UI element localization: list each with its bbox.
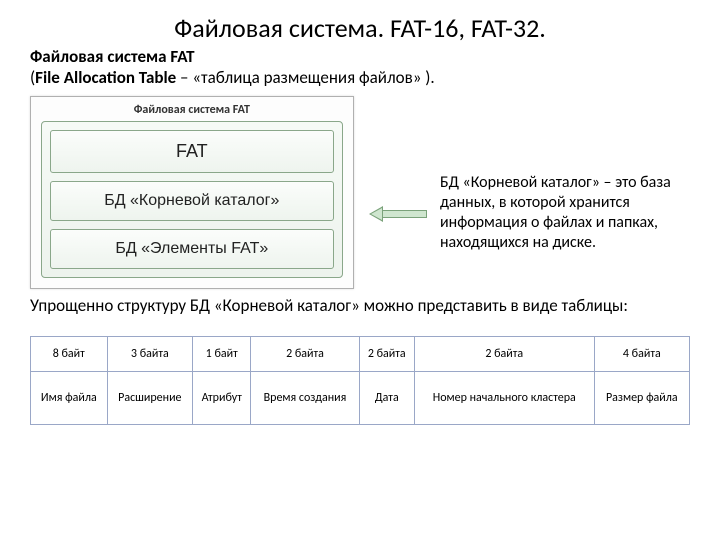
label-cell: Расширение bbox=[107, 372, 193, 425]
label-cell: Размер файла bbox=[594, 372, 689, 425]
size-cell: 1 байт bbox=[193, 337, 251, 372]
arrow-wrapper bbox=[368, 206, 426, 220]
diagram-box-elements: БД «Элементы FAT» bbox=[50, 229, 334, 269]
subtitle-term: File Allocation Table bbox=[35, 67, 176, 88]
label-cell: Время создания bbox=[251, 372, 359, 425]
table-row: Имя файла Расширение Атрибут Время созда… bbox=[31, 372, 690, 425]
size-cell: 8 байт bbox=[31, 337, 108, 372]
label-cell: Имя файла bbox=[31, 372, 108, 425]
size-cell: 2 байта bbox=[251, 337, 359, 372]
slide-subtitle: Файловая система FAT (File Allocation Ta… bbox=[30, 46, 690, 88]
slide-title: Файловая система. FAT-16, FAT-32. bbox=[30, 12, 690, 44]
subtitle-tail: – «таблица размещения файлов» ). bbox=[176, 67, 435, 88]
root-catalog-note: БД «Корневой каталог» – это база данных,… bbox=[440, 173, 690, 253]
root-catalog-table: 8 байт 3 байта 1 байт 2 байта 2 байта 2 … bbox=[30, 336, 690, 425]
label-cell: Номер начального кластера bbox=[414, 372, 594, 425]
size-cell: 4 байта bbox=[594, 337, 689, 372]
subtitle-bold: Файловая система FAT bbox=[30, 46, 195, 67]
fat-diagram: Файловая система FAT FAT БД «Корневой ка… bbox=[30, 96, 354, 289]
size-cell: 2 байта bbox=[359, 337, 414, 372]
diagram-box-root: БД «Корневой каталог» bbox=[50, 181, 334, 221]
diagram-box-fat: FAT bbox=[50, 130, 334, 173]
table-row: 8 байт 3 байта 1 байт 2 байта 2 байта 2 … bbox=[31, 337, 690, 372]
label-cell: Дата bbox=[359, 372, 414, 425]
diagram-outer-box: FAT БД «Корневой каталог» БД «Элементы F… bbox=[41, 121, 343, 278]
size-cell: 2 байта bbox=[414, 337, 594, 372]
table-intro: Упрощенно структуру БД «Корневой каталог… bbox=[30, 295, 690, 316]
label-cell: Атрибут bbox=[193, 372, 251, 425]
left-arrow-icon bbox=[369, 206, 425, 220]
size-cell: 3 байта bbox=[107, 337, 193, 372]
diagram-caption: Файловая система FAT bbox=[41, 103, 343, 117]
